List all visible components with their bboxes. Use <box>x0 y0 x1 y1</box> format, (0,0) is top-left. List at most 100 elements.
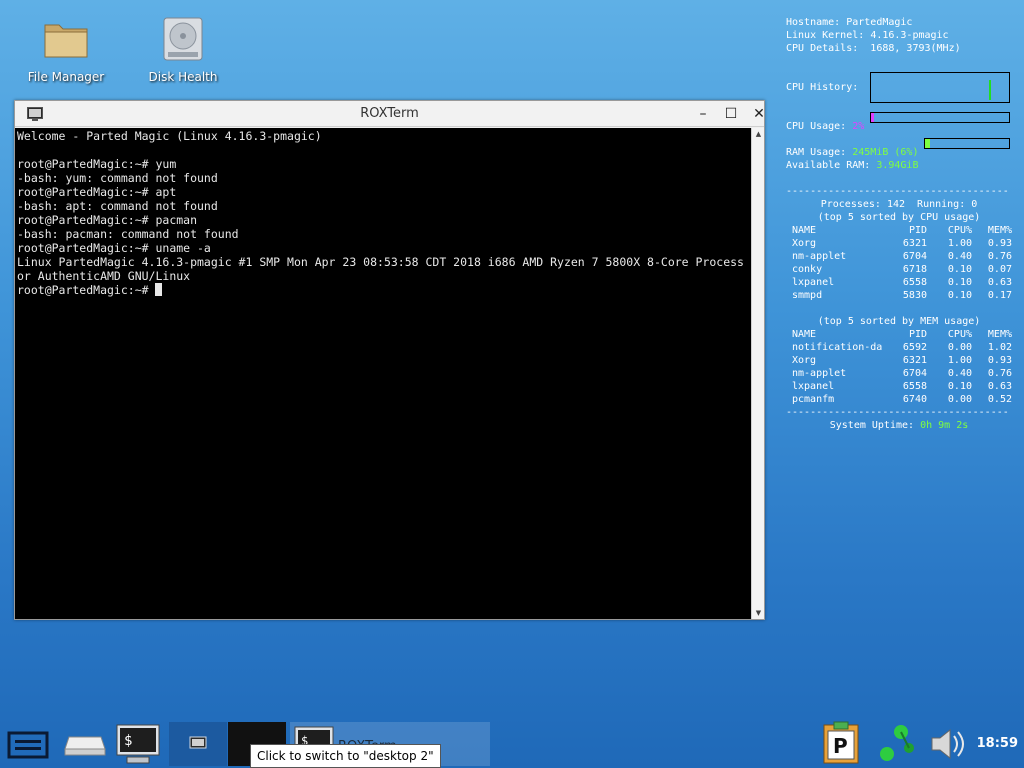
proc-pid: 6704 <box>902 368 927 379</box>
col-pid: PID <box>908 329 927 340</box>
proc-mem: 0.63 <box>987 381 1012 392</box>
uptime-value: 0h 9m 2s <box>920 420 969 431</box>
cpu-usage-bar <box>870 112 1010 123</box>
proc-pid: 6558 <box>902 381 927 392</box>
uptime-label: System Uptime: <box>829 420 915 431</box>
cpu-usage-bar-fill <box>871 113 874 122</box>
terminal-line: root@PartedMagic:~# pacman <box>17 213 198 227</box>
proc-mem: 0.93 <box>987 355 1012 366</box>
terminal-line: root@PartedMagic:~# yum <box>17 157 177 171</box>
proc-cpu: 1.00 <box>947 238 972 249</box>
proc-mem: 0.17 <box>987 290 1012 301</box>
cpu-details-label: CPU Details: <box>786 43 859 54</box>
clock[interactable]: 18:59 <box>977 736 1018 751</box>
proc-pid: 6321 <box>902 238 927 249</box>
terminal-line: -bash: yum: command not found <box>17 171 218 185</box>
scroll-up-arrow-icon[interactable]: ▲ <box>752 128 765 140</box>
proc-pid: 6704 <box>902 251 927 262</box>
proc-mem: 1.02 <box>987 342 1012 353</box>
terminal-icon: $ <box>116 724 160 764</box>
terminal-line: root@PartedMagic:~# apt <box>17 185 177 199</box>
terminal-line: Linux PartedMagic 4.16.3-pmagic #1 SMP M… <box>17 255 744 269</box>
terminal-line: -bash: apt: command not found <box>17 199 218 213</box>
desktop-icon-label: Disk Health <box>148 70 218 84</box>
proc-mem: 0.63 <box>987 277 1012 288</box>
proc-cpu: 0.10 <box>947 381 972 392</box>
window-titlebar[interactable]: ROXTerm – ☐ ✕ <box>15 101 765 127</box>
col-pid: PID <box>908 225 927 236</box>
proc-mem: 0.07 <box>987 264 1012 275</box>
proc-name: lxpanel <box>792 381 835 392</box>
volume-tray[interactable] <box>926 724 970 764</box>
proc-cpu: 0.00 <box>947 342 972 353</box>
svg-text:$: $ <box>124 733 132 749</box>
desktop-icon-label: File Manager <box>27 70 105 84</box>
proc-cpu: 0.10 <box>947 290 972 301</box>
terminal-scrollbar[interactable]: ▲ ▼ <box>751 128 764 619</box>
folder-icon <box>16 14 116 64</box>
proc-name: smmpd <box>792 290 823 301</box>
proc-name: lxpanel <box>792 277 835 288</box>
package-manager-tray[interactable]: P <box>820 720 862 766</box>
clipboard-icon: P <box>823 721 859 764</box>
terminal-prompt-line: root@PartedMagic:~# <box>17 283 749 297</box>
menu-button[interactable] <box>6 728 50 762</box>
proc-name: nm-applet <box>792 368 847 379</box>
col-name: NAME <box>792 329 817 340</box>
terminal-launcher[interactable]: $ <box>114 722 162 766</box>
speaker-icon <box>931 728 964 760</box>
terminal-output[interactable]: Welcome - Parted Magic (Linux 4.16.3-pma… <box>15 128 751 619</box>
proc-pid: 6321 <box>902 355 927 366</box>
cpu-sort-heading: (top 5 sorted by CPU usage) <box>817 212 981 223</box>
proc-name: conky <box>792 264 823 275</box>
window-title: ROXTerm <box>360 106 419 121</box>
proc-name: nm-applet <box>792 251 847 262</box>
col-cpu: CPU% <box>947 329 972 340</box>
cpu-usage-value: 2% <box>852 121 865 132</box>
proc-pid: 6558 <box>902 277 927 288</box>
desktop-1-pager[interactable] <box>169 722 227 766</box>
proc-pid: 6592 <box>902 342 927 353</box>
terminal-cursor <box>155 283 163 296</box>
cpu-history-label: CPU History: <box>786 82 859 93</box>
ram-usage-bar-fill <box>925 139 931 148</box>
svg-text:P: P <box>833 734 848 758</box>
ram-usage-bar <box>924 138 1010 149</box>
desktop-icon-file-manager[interactable]: File Manager <box>16 14 116 84</box>
terminal-line: or AuthenticAMD GNU/Linux <box>17 269 191 283</box>
cpu-history-graph <box>870 72 1010 103</box>
close-button[interactable]: ✕ <box>749 104 769 124</box>
proc-pid: 5830 <box>902 290 927 301</box>
ram-usage-label: RAM Usage: <box>786 147 847 158</box>
separator: ------------------------------------- <box>786 407 1009 418</box>
proc-name: Xorg <box>792 238 817 249</box>
col-mem: MEM% <box>987 225 1012 236</box>
proc-cpu: 0.10 <box>947 277 972 288</box>
drive-icon <box>64 736 106 756</box>
kernel-label: Linux Kernel: <box>786 30 865 41</box>
col-name: NAME <box>792 225 817 236</box>
proc-cpu: 0.10 <box>947 264 972 275</box>
proc-name: notification-da <box>792 342 883 353</box>
proc-name: pcmanfm <box>792 394 835 405</box>
cpu-top-table: NAME PID CPU% MEM% Xorg 6321 1.00 0.93 nm-a… <box>792 224 1012 302</box>
network-tray[interactable] <box>872 720 922 766</box>
col-mem: MEM% <box>987 329 1012 340</box>
terminal-line: root@PartedMagic:~# uname -a <box>17 241 211 255</box>
terminal-line: Welcome - Parted Magic (Linux 4.16.3-pma… <box>17 129 322 143</box>
mem-sort-heading: (top 5 sorted by MEM usage) <box>817 316 981 327</box>
maximize-button[interactable]: ☐ <box>721 104 741 124</box>
drive-launcher[interactable] <box>62 728 108 762</box>
processes-line: Processes: 142 Running: 0 <box>820 199 978 210</box>
desktop-icon-disk-health[interactable]: Disk Health <box>133 14 233 84</box>
kernel-value: 4.16.3-pmagic <box>870 30 949 41</box>
proc-mem: 0.76 <box>987 251 1012 262</box>
scroll-down-arrow-icon[interactable]: ▼ <box>752 607 765 619</box>
window-thumbnail-icon <box>189 736 207 749</box>
available-ram-value: 3.94GiB <box>876 160 919 171</box>
cpu-usage-label: CPU Usage: <box>786 121 847 132</box>
hard-drive-icon <box>133 14 233 64</box>
minimize-button[interactable]: – <box>693 104 713 124</box>
proc-mem: 0.52 <box>987 394 1012 405</box>
